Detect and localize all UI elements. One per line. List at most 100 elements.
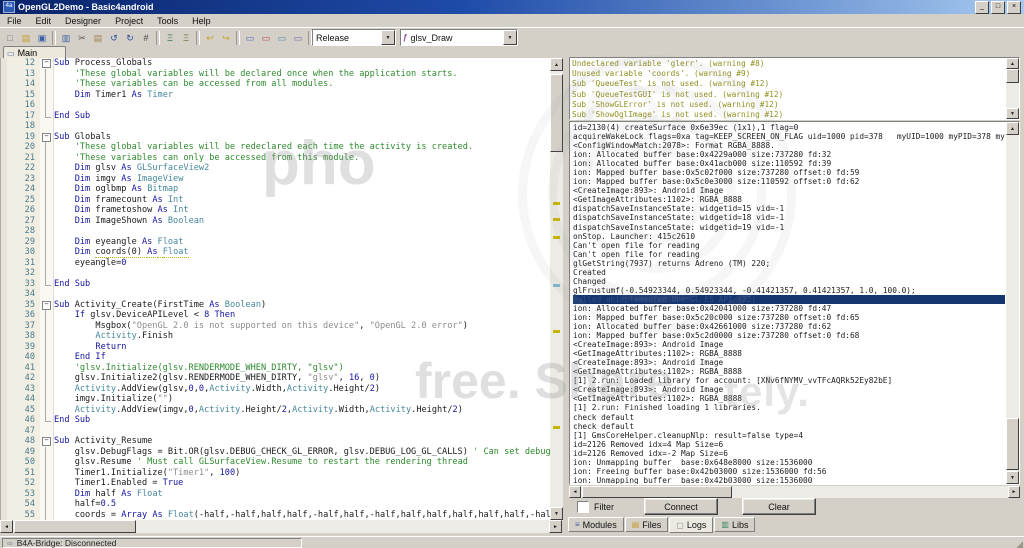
code-line[interactable]: 22 Dim glsv As GLSurfaceView2 bbox=[1, 163, 550, 174]
log-line[interactable]: ion: Mapped buffer base:0x5c02f000 size:… bbox=[573, 168, 1005, 177]
build-config-dropdown[interactable]: Release ▼ bbox=[312, 29, 396, 46]
log-line[interactable]: <GetImageAttributes:1102>: RGBA_8888 bbox=[573, 367, 1005, 376]
code-line[interactable]: 44 imgv.Initialize("") bbox=[1, 394, 550, 405]
code-line[interactable]: 50 glsv.Resume ' Must call GLSurfaceView… bbox=[1, 457, 550, 468]
scroll-left-icon[interactable]: ◄ bbox=[0, 520, 13, 533]
log-line[interactable]: id=2126 Removed idx=4 Map Size=6 bbox=[573, 440, 1005, 449]
code-line[interactable]: 26 Dim frametoshow As Int bbox=[1, 205, 550, 216]
scroll-thumb[interactable] bbox=[14, 520, 136, 533]
warning-item[interactable]: Sub 'ShowGLError' is not used. (warning … bbox=[572, 100, 1005, 110]
code-line[interactable]: 45 Activity.AddView(imgv,0,Activity.Heig… bbox=[1, 404, 550, 415]
scroll-down-icon[interactable]: ▼ bbox=[1006, 108, 1019, 119]
log-line[interactable]: ion: Allocated buffer base:0x4229a000 si… bbox=[573, 150, 1005, 159]
log-line[interactable]: Created bbox=[573, 268, 1005, 277]
log-line[interactable]: ion: Mapped buffer base:0x5c0e3000 size:… bbox=[573, 177, 1005, 186]
navigate-forward-button[interactable]: ↪ bbox=[219, 31, 233, 45]
code-line[interactable]: 20 'These global variables will be redec… bbox=[1, 142, 550, 153]
code-line[interactable]: 31 eyeangle=0 bbox=[1, 257, 550, 268]
code-line[interactable]: 43 Activity.AddView(glsv,0,0,Activity.Wi… bbox=[1, 383, 550, 394]
log-line[interactable]: dispatchSaveInstanceState: widgetid=18 v… bbox=[573, 213, 1005, 222]
code-horizontal-scrollbar[interactable]: ◄ ► bbox=[0, 520, 562, 533]
code-line[interactable]: 13 'These global variables will be decla… bbox=[1, 68, 550, 79]
paste-button[interactable]: ▤ bbox=[91, 31, 105, 45]
menu-help[interactable]: Help bbox=[185, 16, 218, 26]
log-line[interactable]: [1] 2.run: Finished loading 1 libraries. bbox=[573, 403, 1005, 412]
tab-files[interactable]: ▤ Files bbox=[624, 517, 669, 532]
fold-marker[interactable]: − bbox=[40, 436, 54, 447]
menu-tools[interactable]: Tools bbox=[150, 16, 185, 26]
scroll-right-icon[interactable]: ► bbox=[549, 520, 562, 533]
code-line[interactable]: 36 If glsv.DeviceAPILevel < 8 Then bbox=[1, 310, 550, 321]
log-line[interactable]: id=2126 Removed idx=-2 Map Size=6 bbox=[573, 449, 1005, 458]
warnings-scrollbar[interactable]: ▲ ▼ bbox=[1006, 58, 1019, 119]
code-line[interactable]: 46 End Sub bbox=[1, 415, 550, 426]
warning-item[interactable]: Sub 'QueueTestGUI' is not used. (warning… bbox=[572, 90, 1005, 100]
code-line[interactable]: 37 Msgbox("OpenGL 2.0 is not supported o… bbox=[1, 320, 550, 331]
bring-front-button[interactable]: ▭ bbox=[291, 31, 305, 45]
navigate-back-button[interactable]: ↩ bbox=[203, 31, 217, 45]
log-line[interactable]: glFrustumf(-0.54923344, 0.54923344, -0.4… bbox=[573, 286, 1005, 295]
code-line[interactable]: 47 bbox=[1, 425, 550, 436]
code-line[interactable]: 24 Dim oglbmp As Bitmap bbox=[1, 184, 550, 195]
code-line[interactable]: 16 bbox=[1, 100, 550, 111]
log-line[interactable]: Changed bbox=[573, 277, 1005, 286]
code-line[interactable]: 40 End If bbox=[1, 352, 550, 363]
code-line[interactable]: 39 Return bbox=[1, 341, 550, 352]
collapse-icon[interactable]: − bbox=[42, 132, 51, 142]
log-line[interactable]: onStop. Launcher: 415c2610 bbox=[573, 232, 1005, 241]
code-line[interactable]: 14 'These variables can be accessed from… bbox=[1, 79, 550, 90]
code-line[interactable]: 27 Dim ImageShown As Boolean bbox=[1, 215, 550, 226]
code-line[interactable]: 23 Dim imgv As ImageView bbox=[1, 173, 550, 184]
warning-item[interactable]: Sub 'QueueTest' is not used. (warning #1… bbox=[572, 79, 1005, 89]
log-vertical-scrollbar[interactable]: ▲ ▼ bbox=[1006, 122, 1019, 484]
tab-libs[interactable]: ▥ Libs bbox=[714, 517, 756, 532]
menu-project[interactable]: Project bbox=[108, 16, 150, 26]
warning-item[interactable]: Undeclared variable 'glerr'. (warning #8… bbox=[572, 59, 1005, 69]
code-line[interactable]: 33 End Sub bbox=[1, 278, 550, 289]
redo-button[interactable]: ↻ bbox=[123, 31, 137, 45]
log-line[interactable]: ion: Allocated buffer base:0x41acb000 si… bbox=[573, 159, 1005, 168]
fold-marker[interactable]: − bbox=[40, 299, 54, 310]
jump-to-sub-dropdown[interactable]: ƒ glsv_Draw ▼ bbox=[400, 29, 518, 46]
code-line[interactable]: 25 Dim framecount As Int bbox=[1, 194, 550, 205]
tab-logs[interactable]: ▢ Logs bbox=[669, 517, 714, 533]
log-line[interactable]: dispatchSaveInstanceState: widgetid=19 v… bbox=[573, 223, 1005, 232]
close-button[interactable]: × bbox=[1007, 0, 1021, 14]
code-line[interactable]: 28 bbox=[1, 226, 550, 237]
clear-button[interactable]: Clear bbox=[742, 498, 816, 515]
minimize-button[interactable]: _ bbox=[975, 0, 989, 14]
scroll-down-icon[interactable]: ▼ bbox=[1006, 471, 1019, 484]
log-line[interactable]: <CreateImage:893>: Android Image bbox=[573, 385, 1005, 394]
scroll-thumb[interactable] bbox=[1006, 418, 1019, 470]
code-line[interactable]: 53 Dim half As Float bbox=[1, 488, 550, 499]
log-line[interactable]: <CreateImage:893>: Android Image bbox=[573, 358, 1005, 367]
code-line[interactable]: 51 Timer1.Initialize("Timer1", 100) bbox=[1, 467, 550, 478]
menu-edit[interactable]: Edit bbox=[29, 16, 59, 26]
filter-checkbox[interactable] bbox=[577, 500, 589, 513]
log-line[interactable]: ion: Mapped buffer base:0x5c2d0000 size:… bbox=[573, 331, 1005, 340]
undo-button[interactable]: ↺ bbox=[107, 31, 121, 45]
log-line[interactable]: [1] 2.run: Loaded library for account: [… bbox=[573, 376, 1005, 385]
tab-modules[interactable]: ≡ Modules bbox=[568, 517, 624, 532]
designer-button[interactable]: ▭ bbox=[243, 31, 257, 45]
fold-marker[interactable]: − bbox=[40, 131, 54, 142]
code-line[interactable]: 29 Dim eyeangle As Float bbox=[1, 236, 550, 247]
log-line[interactable]: called unimplemented OpenGL ES API (22) bbox=[573, 294, 1005, 304]
refresh-designer-button[interactable]: ▭ bbox=[275, 31, 289, 45]
scroll-thumb[interactable] bbox=[1006, 69, 1019, 83]
save-button[interactable]: ▣ bbox=[35, 31, 49, 45]
log-line[interactable]: <GetImageAttributes:1102>: RGBA_8888 bbox=[573, 349, 1005, 358]
code-line[interactable]: 41 'glsv.Initialize(glsv.RENDERMODE_WHEN… bbox=[1, 362, 550, 373]
code-line[interactable]: 18 bbox=[1, 121, 550, 132]
comment-button[interactable]: Ξ bbox=[163, 31, 177, 45]
log-line[interactable]: ion: Allocated buffer base:0x42041000 si… bbox=[573, 304, 1005, 313]
chevron-down-icon[interactable]: ▼ bbox=[381, 30, 395, 45]
collapse-icon[interactable]: − bbox=[42, 437, 51, 446]
code-line[interactable]: 38 Activity.Finish bbox=[1, 331, 550, 342]
log-line[interactable]: dispatchSaveInstanceState: widgetid=15 v… bbox=[573, 204, 1005, 213]
log-line[interactable]: check default bbox=[573, 422, 1005, 431]
scroll-up-icon[interactable]: ▲ bbox=[1006, 58, 1019, 69]
log-line[interactable]: <GetImageAttributes:1102>: RGBA_8888 bbox=[573, 394, 1005, 403]
log-line[interactable]: Can't open file for reading bbox=[573, 241, 1005, 250]
code-line[interactable]: 35− Sub Activity_Create(FirstTime As Bool… bbox=[1, 299, 550, 310]
